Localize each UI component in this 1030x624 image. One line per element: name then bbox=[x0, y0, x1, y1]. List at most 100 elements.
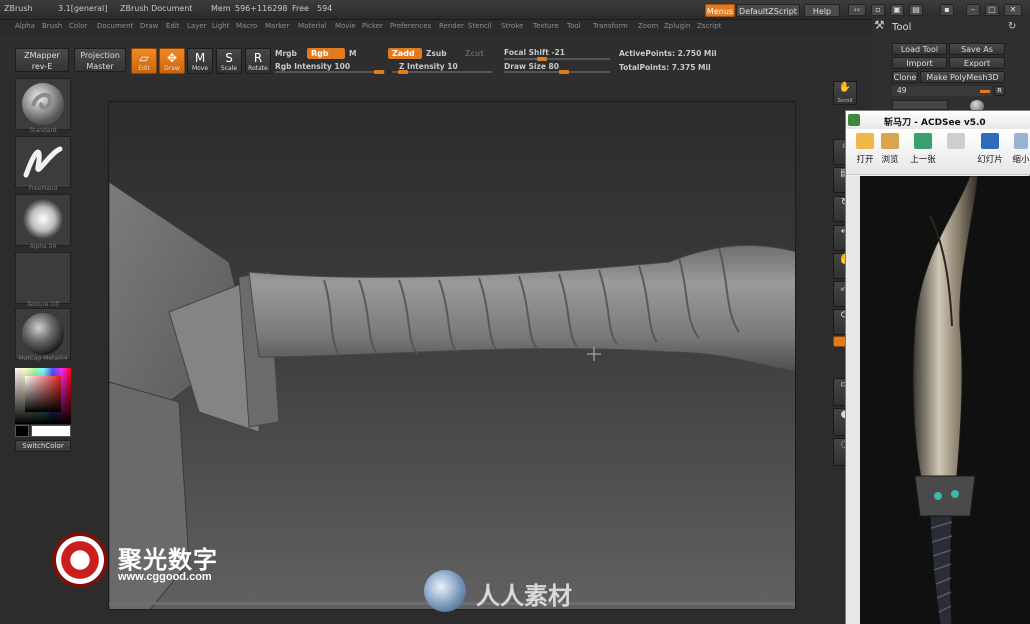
mrgb-toggle[interactable]: Mrgb bbox=[275, 49, 297, 58]
move-button[interactable]: M Move bbox=[187, 48, 213, 74]
acd-prev-label: 上一张 bbox=[910, 155, 936, 165]
zmapper-button[interactable]: ZMapper rev-E bbox=[15, 48, 69, 72]
brush-standard-thumb[interactable] bbox=[15, 78, 71, 130]
brush-standard-caption: Standard bbox=[29, 127, 57, 134]
zmapper-label: ZMapper bbox=[24, 51, 60, 60]
make-polymesh-button[interactable]: Make PolyMesh3D bbox=[920, 71, 1005, 83]
folder-open-icon bbox=[856, 133, 874, 149]
load-tool-button[interactable]: Load Tool bbox=[892, 43, 947, 55]
z-intensity-slider[interactable] bbox=[392, 70, 492, 74]
tool-thumb-slot[interactable] bbox=[892, 100, 948, 110]
restore-layout-icon[interactable]: ▣ bbox=[890, 4, 904, 16]
focal-shift-knob[interactable] bbox=[537, 57, 547, 61]
menu-material[interactable]: Material bbox=[298, 22, 326, 30]
menu-stroke[interactable]: Stroke bbox=[501, 22, 523, 30]
menu-movie[interactable]: Movie bbox=[335, 22, 356, 30]
move-icon: M bbox=[194, 51, 206, 65]
acdsee-title: 斩马刀 - ACDSee v5.0 bbox=[884, 118, 986, 128]
alpha-thumb[interactable] bbox=[15, 194, 71, 246]
scroll-button[interactable]: ✋ Scroll bbox=[833, 81, 857, 105]
acd-slideshow-button[interactable]: 幻灯片 bbox=[974, 133, 1006, 165]
draw-button[interactable]: ✥ Draw bbox=[159, 48, 185, 74]
menu-draw[interactable]: Draw bbox=[140, 22, 158, 30]
edit-button[interactable]: ▱ Edit bbox=[131, 48, 157, 74]
export-button[interactable]: Export bbox=[949, 57, 1005, 69]
menu-zplugin[interactable]: Zplugin bbox=[664, 22, 690, 30]
main-color-swatch[interactable] bbox=[31, 425, 71, 437]
minimize-layout-icon[interactable]: ▫ bbox=[871, 4, 885, 16]
watermark-url: www.cggood.com bbox=[118, 571, 212, 583]
save-as-button[interactable]: Save As bbox=[949, 43, 1005, 55]
acd-next-button[interactable] bbox=[945, 133, 967, 153]
menu-picker[interactable]: Picker bbox=[362, 22, 383, 30]
tool-slider[interactable]: 49 bbox=[892, 86, 992, 96]
z-intensity-knob[interactable] bbox=[398, 70, 408, 74]
menu-edit[interactable]: Edit bbox=[166, 22, 180, 30]
texture-thumb[interactable] bbox=[15, 252, 71, 304]
document-canvas[interactable] bbox=[108, 101, 796, 610]
tool-slider-knob[interactable] bbox=[980, 90, 990, 93]
menu-preferences[interactable]: Preferences bbox=[390, 22, 431, 30]
panel-icon[interactable]: ▤ bbox=[909, 4, 923, 16]
menu-color[interactable]: Color bbox=[69, 22, 87, 30]
menu-brush[interactable]: Brush bbox=[42, 22, 62, 30]
close-icon[interactable]: ✕ bbox=[1004, 4, 1022, 16]
menu-marker[interactable]: Marker bbox=[265, 22, 289, 30]
help-button[interactable]: Help bbox=[804, 4, 840, 17]
switch-color-button[interactable]: SwitchColor bbox=[15, 440, 71, 452]
menu-texture[interactable]: Texture bbox=[533, 22, 559, 30]
rotate-button[interactable]: R Rotate bbox=[245, 48, 271, 74]
acd-prev-button[interactable]: 上一张 bbox=[908, 133, 938, 165]
material-thumb[interactable] bbox=[15, 308, 71, 360]
acd-browse-button[interactable]: 浏览 bbox=[879, 133, 901, 165]
focal-shift-slider[interactable] bbox=[504, 57, 610, 61]
refresh-icon[interactable]: ↻ bbox=[1008, 21, 1016, 32]
scale-button[interactable]: S Scale bbox=[216, 48, 242, 74]
zcut-toggle[interactable]: Zcut bbox=[465, 49, 484, 58]
rotate-label: Rotate bbox=[248, 65, 268, 72]
projection-sub-label: Master bbox=[86, 62, 114, 71]
watermark-cn-text: 聚光数字 bbox=[118, 546, 218, 574]
app-name: ZBrush bbox=[4, 4, 33, 13]
zsub-toggle[interactable]: Zsub bbox=[426, 49, 447, 58]
minimize-icon[interactable]: – bbox=[966, 4, 980, 16]
acd-open-button[interactable]: 打开 bbox=[854, 133, 876, 165]
menu-layer[interactable]: Layer bbox=[187, 22, 207, 30]
menu-stencil[interactable]: Stencil bbox=[468, 22, 492, 30]
color-square[interactable] bbox=[25, 376, 61, 412]
menu-tool[interactable]: Tool bbox=[567, 22, 581, 30]
color-picker[interactable] bbox=[15, 368, 71, 424]
menu-document[interactable]: Document bbox=[97, 22, 133, 30]
acd-shrink-button[interactable]: 缩小 bbox=[1012, 133, 1030, 165]
menu-zoom[interactable]: Zoom bbox=[638, 22, 658, 30]
menu-macro[interactable]: Macro bbox=[236, 22, 257, 30]
draw-size-slider[interactable] bbox=[504, 70, 610, 74]
menu-light[interactable]: Light bbox=[212, 22, 229, 30]
scroll-label: Scroll bbox=[837, 98, 853, 104]
save-icon[interactable]: ▪ bbox=[940, 4, 954, 16]
m-toggle[interactable]: M bbox=[349, 49, 356, 58]
projection-master-button[interactable]: Projection Master bbox=[74, 48, 126, 72]
draw-size-knob[interactable] bbox=[559, 70, 569, 74]
r-button[interactable]: R bbox=[994, 86, 1005, 96]
clone-button[interactable]: Clone bbox=[892, 71, 918, 83]
menu-transform[interactable]: Transform bbox=[593, 22, 628, 30]
secondary-color-swatch[interactable] bbox=[15, 425, 29, 437]
acdsee-image-view[interactable] bbox=[860, 176, 1030, 624]
rgb-intensity-knob[interactable] bbox=[374, 70, 384, 74]
prev-icon[interactable]: ‹‹ bbox=[848, 4, 866, 16]
stroke-freehand-thumb[interactable] bbox=[15, 136, 71, 188]
zadd-toggle[interactable]: Zadd bbox=[388, 48, 422, 59]
menu-alpha[interactable]: Alpha bbox=[15, 22, 35, 30]
import-button[interactable]: Import bbox=[892, 57, 947, 69]
menus-button[interactable]: Menus bbox=[705, 4, 735, 17]
document-title: ZBrush Document bbox=[120, 4, 193, 13]
maximize-icon[interactable]: ▢ bbox=[985, 4, 999, 16]
rgb-toggle[interactable]: Rgb bbox=[307, 48, 345, 59]
menu-render[interactable]: Render bbox=[439, 22, 464, 30]
menu-zscript[interactable]: Zscript bbox=[697, 22, 721, 30]
default-zscript-button[interactable]: DefaultZScript bbox=[736, 4, 800, 17]
total-points: TotalPoints: 7.375 Mil bbox=[619, 63, 711, 72]
zoom-out-icon bbox=[1014, 133, 1028, 149]
rgb-intensity-slider[interactable] bbox=[275, 70, 385, 74]
